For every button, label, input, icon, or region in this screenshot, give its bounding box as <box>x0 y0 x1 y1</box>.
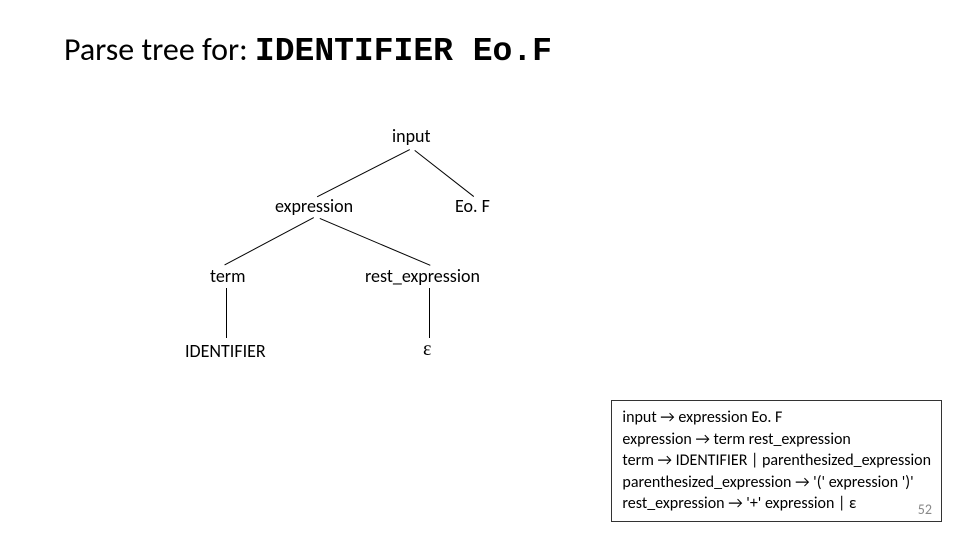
node-identifier: IDENTIFIER <box>185 340 266 362</box>
node-rest-expression: rest_expression <box>365 265 480 287</box>
page-number: 52 <box>918 501 932 518</box>
node-expression: expression <box>275 195 353 217</box>
title-tokens: IDENTIFIER Eo.F <box>255 33 552 70</box>
node-input: input <box>392 125 431 147</box>
edge-input-eof <box>414 150 474 197</box>
grammar-rule-2: expression → term rest_expression <box>622 429 931 451</box>
edge-term-identifier <box>226 288 227 338</box>
page-title: Parse tree for: IDENTIFIER Eo.F <box>64 30 552 70</box>
edge-expression-rest <box>320 218 431 266</box>
edge-rest-epsilon <box>429 288 430 338</box>
grammar-box: input → expression Eo. F expression → te… <box>611 400 942 522</box>
title-prefix: Parse tree for: <box>64 30 255 69</box>
grammar-rule-1: input → expression Eo. F <box>622 407 931 429</box>
grammar-rule-4: parenthesized_expression → '(' expressio… <box>622 472 931 494</box>
grammar-rule-5: rest_expression → '+' expression | ε <box>622 493 931 515</box>
node-term: term <box>210 265 245 287</box>
grammar-rule-3: term → IDENTIFIER | parenthesized_expres… <box>622 450 931 472</box>
node-eof: Eo. F <box>455 195 490 217</box>
edge-expression-term <box>224 217 314 265</box>
node-epsilon: ε <box>423 338 431 361</box>
edge-input-expression <box>317 149 410 197</box>
